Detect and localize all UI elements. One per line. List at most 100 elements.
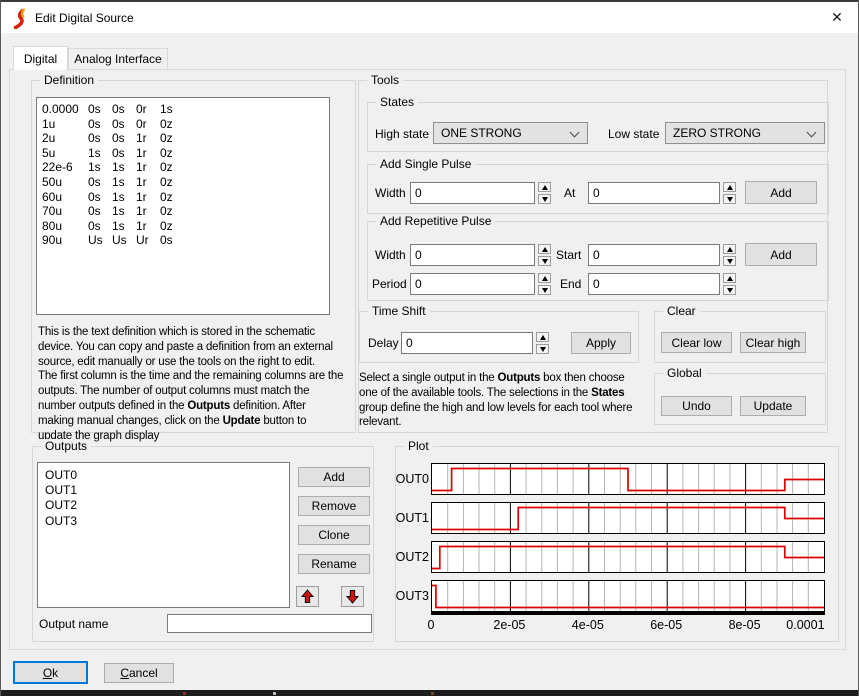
states-group: States High state ONE STRONG Low state Z… (367, 102, 829, 152)
up-triangle-icon (542, 247, 548, 252)
tools-group: Tools States High state ONE STRONG Low s… (358, 80, 828, 433)
spin-down-button[interactable] (538, 194, 551, 204)
definition-row: 2u0s0s1r0z (42, 131, 329, 146)
output-name-input[interactable] (167, 614, 372, 633)
high-state-select[interactable]: ONE STRONG (433, 122, 588, 144)
update-button[interactable]: Update (740, 396, 806, 416)
ok-button[interactable]: Ok (13, 661, 88, 684)
states-group-label: States (376, 95, 418, 109)
definition-row: 60u0s1s1r0z (42, 190, 329, 205)
low-state-label: Low state (608, 127, 659, 141)
definition-group: Definition 0.00000s0s0r1s1u0s0s0r0z2u0s0… (31, 80, 356, 433)
definition-row: 50u0s1s1r0z (42, 175, 329, 190)
up-triangle-icon (540, 335, 546, 340)
single-pulse-width-input[interactable] (410, 182, 535, 204)
high-state-value: ONE STRONG (441, 126, 522, 140)
delay-label: Delay (368, 336, 399, 350)
delay-input[interactable] (401, 332, 533, 354)
waveform-strip-out1 (431, 502, 825, 534)
spin-down-button[interactable] (723, 256, 736, 266)
single-pulse-width-spinner (538, 182, 551, 204)
definition-row: 5u1s0s1r0z (42, 146, 329, 161)
definition-description: This is the text definition which is sto… (38, 325, 354, 443)
spin-up-button[interactable] (538, 273, 551, 283)
waveform-strip-out0 (431, 463, 825, 495)
spin-up-button[interactable] (538, 244, 551, 254)
down-triangle-icon (540, 347, 546, 352)
time-shift-group: Time Shift Delay Apply (359, 311, 639, 363)
move-output-up-button[interactable] (296, 586, 319, 607)
add-single-pulse-group: Add Single Pulse Width At Add (367, 164, 829, 214)
repetitive-start-input[interactable] (588, 244, 720, 266)
tab-analog-interface[interactable]: Analog Interface (68, 48, 168, 69)
spin-up-button[interactable] (538, 182, 551, 192)
outputs-list[interactable]: OUT0OUT1OUT2OUT3 (37, 462, 290, 608)
plot-group: Plot OUT0OUT1OUT2OUT302e-054e-056e-058e-… (395, 446, 839, 642)
spin-up-button[interactable] (723, 244, 736, 254)
repetitive-period-input[interactable] (410, 273, 535, 295)
single-pulse-add-button[interactable]: Add (745, 181, 817, 204)
repetitive-end-input[interactable] (588, 273, 720, 295)
add-repetitive-pulse-group: Add Repetitive Pulse Width Start Add Per… (367, 221, 829, 301)
repetitive-pulse-add-button[interactable]: Add (745, 243, 817, 266)
spin-down-button[interactable] (538, 285, 551, 295)
tab-digital[interactable]: Digital (13, 46, 68, 70)
single-pulse-at-label: At (564, 186, 575, 200)
spin-down-button[interactable] (536, 344, 549, 354)
clear-group: Clear Clear low Clear high (654, 311, 826, 363)
clear-high-button[interactable]: Clear high (740, 332, 806, 353)
output-list-item[interactable]: OUT3 (45, 514, 289, 529)
definition-text[interactable]: 0.00000s0s0r1s1u0s0s0r0z2u0s0s1r0z5u1s0s… (36, 97, 330, 315)
add-single-pulse-group-label: Add Single Pulse (376, 157, 475, 171)
clear-group-label: Clear (663, 304, 700, 318)
spin-up-button[interactable] (723, 182, 736, 192)
x-axis-line (431, 612, 825, 615)
waveform-strip-out3 (431, 580, 825, 612)
x-axis-tick-label: 0 (428, 618, 435, 632)
output-list-item[interactable]: OUT0 (45, 468, 289, 483)
close-icon[interactable]: ✕ (822, 6, 852, 29)
single-pulse-width-label: Width (375, 186, 406, 200)
definition-group-label: Definition (40, 73, 98, 87)
output-rename-button[interactable]: Rename (298, 554, 370, 574)
output-list-item[interactable]: OUT2 (45, 498, 289, 513)
x-axis-tick-label: 4e-05 (572, 618, 604, 632)
repetitive-end-label: End (560, 277, 581, 291)
repetitive-width-label: Width (375, 248, 406, 262)
up-triangle-icon (727, 247, 733, 252)
trace-label-out0: OUT0 (396, 463, 429, 495)
edit-digital-source-dialog: Edit Digital Source ✕ Digital Analog Int… (0, 0, 859, 696)
output-clone-button[interactable]: Clone (298, 525, 370, 545)
repetitive-width-input[interactable] (410, 244, 535, 266)
spin-up-button[interactable] (536, 332, 549, 342)
titlebar: Edit Digital Source ✕ (1, 2, 858, 33)
tools-note: Select a single output in the Outputs bo… (359, 371, 653, 430)
repetitive-start-spinner (723, 244, 736, 266)
x-axis-tick-label: 2e-05 (493, 618, 525, 632)
cancel-button[interactable]: Cancel (104, 663, 174, 683)
global-group: Global Undo Update (654, 373, 826, 425)
x-axis-tick-label: 6e-05 (650, 618, 682, 632)
spin-up-button[interactable] (723, 273, 736, 283)
up-triangle-icon (542, 185, 548, 190)
move-output-down-button[interactable] (341, 586, 364, 607)
output-remove-button[interactable]: Remove (298, 496, 370, 516)
clear-low-button[interactable]: Clear low (661, 332, 732, 353)
single-pulse-at-input[interactable] (588, 182, 720, 204)
output-list-item[interactable]: OUT1 (45, 483, 289, 498)
up-triangle-icon (727, 185, 733, 190)
output-name-label: Output name (39, 617, 108, 631)
undo-button[interactable]: Undo (661, 396, 732, 416)
repetitive-end-spinner (723, 273, 736, 295)
apply-button[interactable]: Apply (571, 332, 631, 354)
definition-row: 22e-61s1s1r0z (42, 160, 329, 175)
spin-down-button[interactable] (538, 256, 551, 266)
up-triangle-icon (727, 276, 733, 281)
outputs-group-label: Outputs (41, 439, 91, 453)
spin-down-button[interactable] (723, 194, 736, 204)
low-state-select[interactable]: ZERO STRONG (665, 122, 825, 144)
down-triangle-icon (727, 259, 733, 264)
spin-down-button[interactable] (723, 285, 736, 295)
output-add-button[interactable]: Add (298, 467, 370, 487)
down-triangle-icon (542, 197, 548, 202)
